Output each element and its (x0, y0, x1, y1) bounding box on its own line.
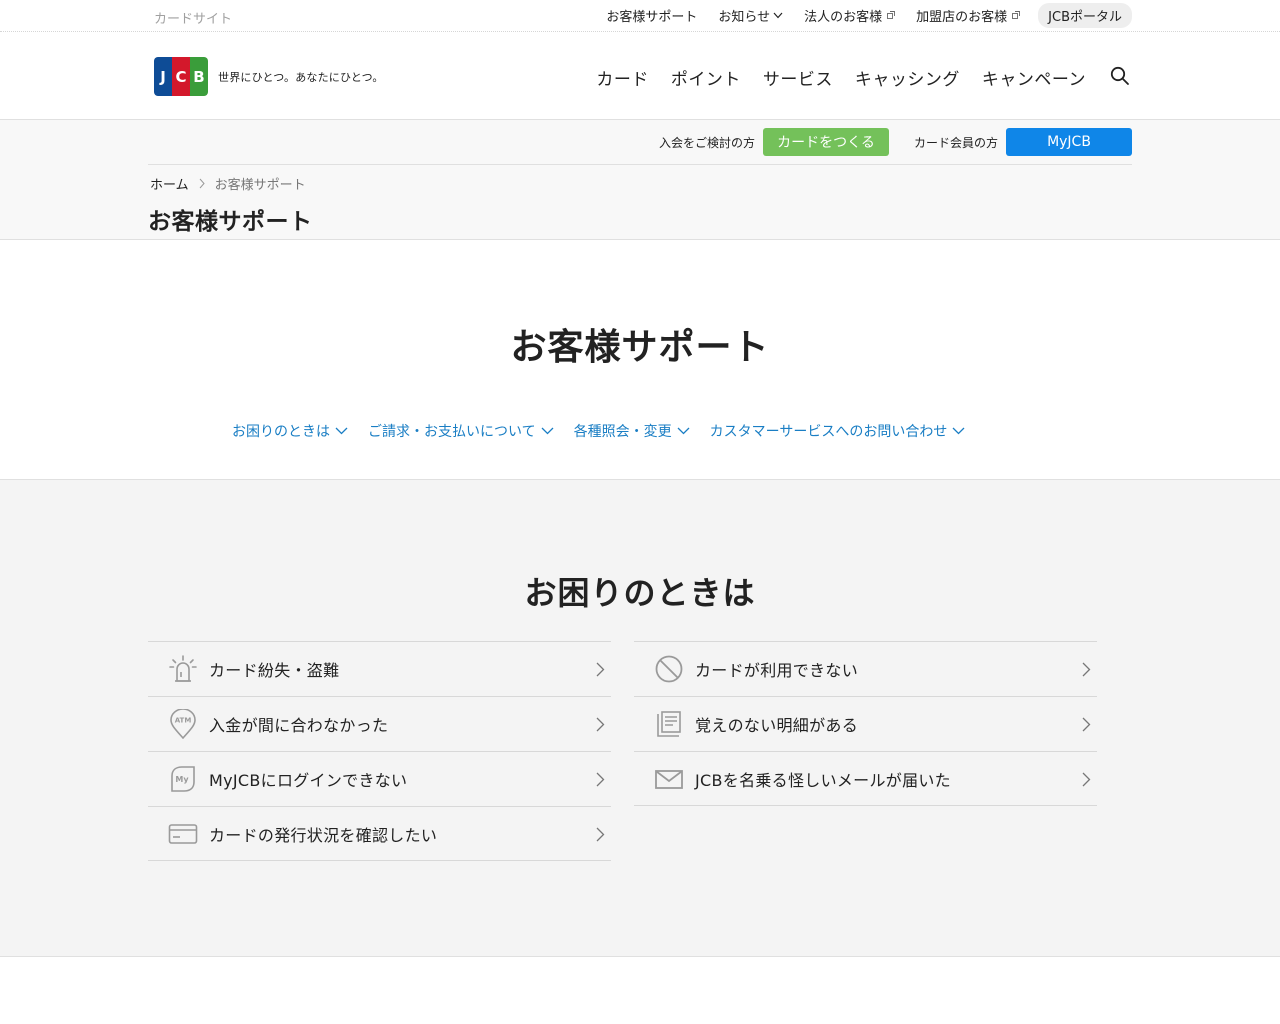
anchor-trouble[interactable]: お困りのときは (232, 421, 348, 441)
main-nav: カード ポイント サービス キャッシング キャンペーン (596, 65, 1086, 90)
logo-letter-c: C (172, 57, 190, 96)
anchor-billing[interactable]: ご請求・お支払いについて (368, 421, 554, 441)
utility-links: お客様サポート お知らせ 法人のお客様 加盟店のお客様 JCBポータル (585, 2, 1132, 28)
breadcrumb: ホーム お客様サポート (150, 174, 306, 193)
chevron-right-icon (596, 827, 605, 846)
trouble-item-card-unusable[interactable]: カードが利用できない (634, 641, 1097, 696)
trouble-item-label: 覚えのない明細がある (695, 716, 859, 735)
card-icon (168, 819, 198, 849)
anchor-label: カスタマーサービスへのお問い合わせ (709, 424, 948, 440)
chevron-right-icon (1082, 772, 1091, 791)
mail-icon (654, 764, 684, 794)
myjcb-button[interactable]: MyJCB (1006, 128, 1132, 156)
anchor-links: お困りのときは ご請求・お支払いについて 各種照会・変更 カスタマーサービスへの… (232, 421, 965, 441)
trouble-item-late-payment[interactable]: ATM 入金が間に合わなかった (148, 696, 611, 751)
chevron-right-icon (596, 717, 605, 736)
chevron-right-icon (1082, 717, 1091, 736)
atm-pin-icon: ATM (168, 709, 198, 739)
chevron-down-icon (773, 8, 783, 23)
chevron-down-icon (335, 427, 348, 435)
top-utility-bar: カードサイト お客様サポート お知らせ 法人のお客様 加盟店のお客様 JCBポー… (0, 0, 1280, 32)
atm-icon-text: ATM (175, 717, 192, 725)
trouble-item-label: カードの発行状況を確認したい (209, 825, 438, 845)
trouble-list-right: カードが利用できない 覚えのない明細がある JCBを名乗る怪しいメールが届いた (634, 641, 1097, 806)
trouble-item-unknown-charge[interactable]: 覚えのない明細がある (634, 696, 1097, 751)
corporate-link[interactable]: 法人のお客様 (804, 6, 896, 25)
page-title: お客様サポート (148, 209, 313, 235)
anchor-inquiry-change[interactable]: 各種照会・変更 (574, 421, 690, 441)
cta-row: 入会をご検討の方 カードをつくる カード会員の方 MyJCB (659, 128, 1132, 156)
chevron-down-icon (952, 427, 965, 435)
chevron-right-icon (1082, 662, 1091, 681)
breadcrumb-home[interactable]: ホーム (150, 174, 189, 193)
divider (148, 164, 1132, 165)
statement-icon (654, 709, 684, 739)
news-dropdown[interactable]: お知らせ (718, 6, 783, 25)
site-label: カードサイト (154, 12, 233, 27)
main-header: J C B 世界にひとつ。あなたにひとつ。 カード ポイント サービス キャッシ… (0, 32, 1280, 120)
join-label: 入会をご検討の方 (658, 135, 755, 150)
sub-header: 入会をご検討の方 カードをつくる カード会員の方 MyJCB ホーム お客様サポ… (0, 120, 1280, 240)
nav-point[interactable]: ポイント (671, 65, 741, 90)
member-label: カード会員の方 (913, 135, 998, 150)
news-link-label: お知らせ (718, 9, 771, 25)
nav-cashing[interactable]: キャッシング (855, 65, 960, 90)
trouble-item-issue-status[interactable]: カードの発行状況を確認したい (148, 806, 611, 861)
chevron-down-icon (677, 427, 690, 435)
trouble-item-label: JCBを名乗る怪しいメールが届いた (695, 770, 951, 790)
prohibited-icon (654, 654, 684, 684)
jcb-logo[interactable]: J C B (154, 57, 208, 96)
my-icon-text: My (175, 775, 189, 784)
nav-card[interactable]: カード (596, 65, 649, 90)
chevron-right-icon (596, 772, 605, 791)
apply-card-button[interactable]: カードをつくる (762, 128, 889, 156)
chevron-right-icon (199, 178, 205, 189)
support-link-label: お客様サポート (606, 9, 698, 25)
tagline: 世界にひとつ。あなたにひとつ。 (218, 71, 384, 84)
chevron-right-icon (596, 662, 605, 681)
merchant-link[interactable]: 加盟店のお客様 (916, 6, 1021, 25)
support-link[interactable]: お客様サポート (606, 6, 697, 25)
jcb-portal-button[interactable]: JCBポータル (1038, 2, 1132, 28)
trouble-item-label: カード紛失・盗難 (209, 661, 340, 680)
anchor-label: ご請求・お支払いについて (368, 424, 536, 440)
trouble-item-lost-stolen[interactable]: カード紛失・盗難 (148, 641, 611, 696)
myjcb-leaf-icon: My (168, 764, 198, 794)
corporate-link-label: 法人のお客様 (804, 9, 883, 25)
external-link-icon (887, 11, 896, 19)
logo-letter-b: B (190, 57, 208, 96)
merchant-link-label: 加盟店のお客様 (916, 9, 1008, 25)
anchor-label: 各種照会・変更 (573, 424, 672, 440)
trouble-item-label: 入金が間に合わなかった (209, 716, 389, 735)
nav-campaign[interactable]: キャンペーン (982, 65, 1086, 90)
search-icon[interactable] (1110, 66, 1130, 86)
breadcrumb-current: お客様サポート (214, 178, 306, 193)
logo-letter-j: J (154, 57, 172, 96)
trouble-item-phishing-mail[interactable]: JCBを名乗る怪しいメールが届いた (634, 751, 1097, 806)
alarm-light-icon (168, 654, 198, 684)
nav-service[interactable]: サービス (763, 65, 833, 90)
external-link-icon (1012, 11, 1021, 19)
trouble-item-myjcb-login[interactable]: My MyJCBにログインできない (148, 751, 611, 806)
chevron-down-icon (541, 427, 554, 435)
trouble-list-left: カード紛失・盗難 ATM 入金が間に合わなかった My MyJCBにログインでき… (148, 641, 611, 861)
trouble-title: お困りのときは (524, 574, 756, 612)
anchor-label: お困りのときは (232, 424, 330, 440)
trouble-section: お困りのときは カード紛失・盗難 ATM 入金が間に合わなかった My MyJC… (0, 479, 1280, 957)
trouble-item-label: カードが利用できない (695, 661, 859, 680)
anchor-contact[interactable]: カスタマーサービスへのお問い合わせ (710, 421, 966, 441)
hero-title: お客様サポート (510, 327, 770, 368)
trouble-item-label: MyJCBにログインできない (209, 771, 408, 790)
